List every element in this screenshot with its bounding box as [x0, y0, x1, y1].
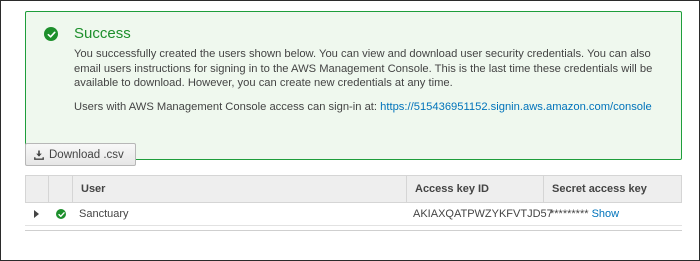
download-csv-label: Download .csv	[49, 148, 124, 161]
alert-title: Success	[74, 25, 131, 42]
secret-masked-value: *********	[550, 208, 589, 220]
divider	[25, 230, 682, 231]
show-secret-link[interactable]: Show	[592, 208, 620, 220]
column-header-secret-access-key[interactable]: Secret access key	[543, 176, 681, 202]
download-icon	[34, 150, 44, 160]
column-header-access-key-id[interactable]: Access key ID	[406, 176, 543, 202]
header-status-cell	[48, 176, 72, 202]
table-header: User Access key ID Secret access key	[25, 175, 682, 203]
cell-user: Sanctuary	[79, 208, 129, 220]
column-header-user[interactable]: User	[72, 176, 406, 202]
success-alert: Success You successfully created the use…	[25, 11, 682, 160]
signin-line: Users with AWS Management Console access…	[74, 100, 652, 114]
download-csv-button[interactable]: Download .csv	[25, 143, 136, 166]
console-signin-link[interactable]: https://515436951152.signin.aws.amazon.c…	[380, 101, 652, 113]
alert-message: You successfully created the users shown…	[74, 48, 653, 89]
credentials-table: User Access key ID Secret access key San…	[25, 175, 682, 226]
table-row: Sanctuary AKIAXQATPWZYKFVTJD57 *********…	[25, 203, 682, 226]
expand-row-caret-icon[interactable]	[34, 210, 39, 218]
check-circle-icon	[44, 27, 58, 41]
cell-access-key-id: AKIAXQATPWZYKFVTJD57	[413, 208, 553, 220]
cell-secret-access-key: ********* Show	[542, 203, 619, 225]
header-expander-cell	[26, 176, 48, 202]
signin-prefix: Users with AWS Management Console access…	[74, 101, 378, 113]
check-circle-icon	[56, 209, 66, 219]
